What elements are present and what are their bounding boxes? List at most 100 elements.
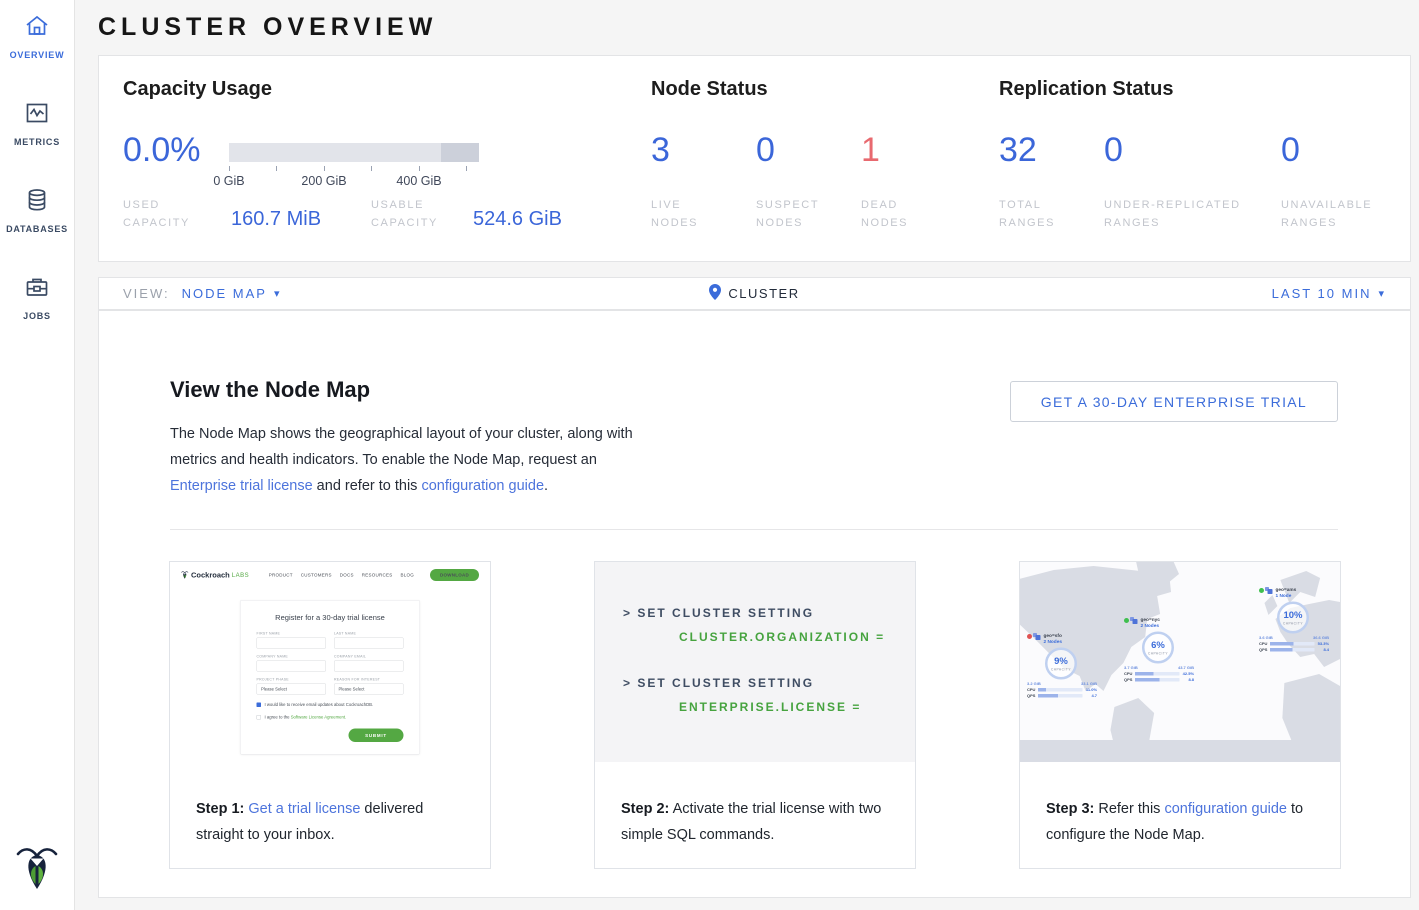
gauge-tick-label: 200 GiB	[301, 174, 346, 188]
download-button: DOWNLOAD	[430, 569, 479, 581]
logo-text: Cockroach	[191, 571, 230, 580]
cluster-summary-panel: Capacity Usage 0.0% 0 GiB 200 GiB 400 Gi…	[98, 55, 1411, 262]
suspect-nodes-value: 0	[756, 130, 775, 170]
capacity-label: CAPACITY	[1283, 622, 1303, 626]
view-selector-dropdown[interactable]: NODE MAP	[182, 286, 267, 301]
locality-node-count: 2 Nodes	[1141, 623, 1160, 629]
node-cube-icon	[1265, 587, 1273, 595]
form-title: Register for a 30-day trial license	[257, 614, 404, 623]
capacity-total: 36.6 GiB	[1313, 636, 1329, 641]
capacity-total: 33.1 GiB	[1081, 682, 1097, 687]
project-phase-select: Please Select	[257, 684, 327, 695]
sql-argument: ENTERPRISE.LICENSE =	[679, 700, 915, 714]
cpu-label: CPU	[1124, 672, 1135, 677]
locality-node-count: 1 Node	[1276, 593, 1297, 599]
total-ranges-value: 32	[999, 130, 1037, 170]
description-text: and refer to this	[313, 478, 422, 494]
status-dot-red	[1027, 634, 1032, 639]
time-range-value: LAST 10 MIN	[1272, 286, 1372, 301]
field-label: PROJECT PHASE	[257, 678, 327, 682]
capacity-label: CAPACITY	[1051, 668, 1071, 672]
sidebar-item-databases[interactable]: DATABASES	[0, 187, 74, 234]
chevron-down-icon[interactable]: ▾	[274, 287, 280, 300]
replication-status-title: Replication Status	[999, 78, 1173, 101]
usable-capacity-value: 524.6 GiB	[473, 208, 562, 231]
caption-text: Refer this	[1094, 801, 1164, 817]
node-map-panel: View the Node Map The Node Map shows the…	[98, 310, 1411, 898]
capacity-gauge-nonusable-segment	[441, 143, 479, 162]
under-replicated-ranges-label: UNDER-REPLICATED RANGES	[1104, 196, 1241, 232]
live-nodes-value: 3	[651, 130, 670, 170]
enterprise-trial-license-link[interactable]: Enterprise trial license	[170, 478, 313, 494]
field-label: LAST NAME	[334, 632, 404, 636]
nav-item: BLOG	[400, 573, 414, 578]
locality-name: geo=ams	[1276, 587, 1297, 593]
cpu-label: CPU	[1027, 688, 1038, 693]
sidebar-item-jobs[interactable]: JOBS	[0, 274, 74, 321]
sidebar-item-label: METRICS	[14, 137, 60, 147]
step-number: Step 1:	[196, 801, 244, 817]
capacity-label: CAPACITY	[1148, 652, 1168, 656]
description-text: The Node Map shows the geographical layo…	[170, 426, 633, 468]
locality-widget-sfo: geo=sfo 2 Nodes 9% CAPACITY 3.2 GiB 33.1…	[1027, 633, 1102, 698]
used-capacity-label: USED CAPACITY	[123, 196, 190, 232]
node-map-heading: View the Node Map	[170, 377, 370, 403]
cpu-value: 53.3%	[1317, 642, 1329, 647]
capacity-used-percent: 0.0%	[123, 130, 201, 170]
view-bar: VIEW: NODE MAP ▾ CLUSTER LAST 10 MIN ▾	[98, 277, 1411, 310]
dead-nodes-label: DEAD NODES	[861, 196, 908, 232]
suspect-nodes-label: SUSPECT NODES	[756, 196, 819, 232]
time-range-dropdown[interactable]: LAST 10 MIN ▾	[1272, 286, 1384, 301]
sql-command: SET CLUSTER SETTING	[637, 676, 814, 690]
sql-code-block: > SET CLUSTER SETTING CLUSTER.ORGANIZATI…	[595, 562, 915, 762]
capacity-used: 3.6 GiB	[1259, 636, 1273, 641]
status-dot-green	[1259, 588, 1264, 593]
capacity-percent: 9%	[1054, 656, 1068, 667]
license-agreement-link: Software License Agreement.	[291, 715, 347, 720]
databases-icon	[24, 187, 50, 218]
usable-capacity-label: USABLE CAPACITY	[371, 196, 438, 232]
node-status-title: Node Status	[651, 78, 768, 101]
sql-argument: CLUSTER.ORGANIZATION =	[679, 630, 915, 644]
field-label: FIRST NAME	[257, 632, 327, 636]
cpu-value: 11.0%	[1085, 688, 1097, 693]
page-title: CLUSTER OVERVIEW	[98, 13, 437, 42]
trial-registration-form: Register for a 30-day trial license FIRS…	[240, 600, 420, 755]
first-name-input	[257, 638, 327, 649]
enterprise-trial-button[interactable]: GET A 30-DAY ENTERPRISE TRIAL	[1010, 381, 1338, 422]
setup-steps-cards: Cockroach LABS PRODUCT CUSTOMERS DOCS RE…	[169, 561, 1341, 869]
capacity-percent: 6%	[1151, 640, 1165, 651]
mini-site-header: Cockroach LABS PRODUCT CUSTOMERS DOCS RE…	[170, 562, 490, 588]
configuration-guide-link[interactable]: configuration guide	[1164, 801, 1287, 817]
sidebar-item-label: DATABASES	[6, 224, 68, 234]
company-email-input	[334, 661, 404, 672]
get-trial-license-link[interactable]: Get a trial license	[248, 801, 360, 817]
home-icon	[24, 13, 50, 44]
configuration-guide-link[interactable]: configuration guide	[421, 478, 544, 494]
unavailable-ranges-label: UNAVAILABLE RANGES	[1281, 196, 1372, 232]
locality-node-count: 2 Nodes	[1044, 639, 1062, 645]
unavailable-ranges-value: 0	[1281, 130, 1300, 170]
capacity-ring: 9% CAPACITY	[1045, 648, 1077, 680]
step1-screenshot: Cockroach LABS PRODUCT CUSTOMERS DOCS RE…	[170, 562, 490, 762]
submit-button: SUBMIT	[349, 729, 404, 743]
qps-value: 8.4	[1317, 648, 1329, 653]
sidebar-item-metrics[interactable]: METRICS	[0, 100, 74, 147]
qps-value: 8.8	[1182, 678, 1194, 683]
capacity-gauge	[229, 143, 479, 162]
qps-value: 4.7	[1085, 694, 1097, 699]
jobs-icon	[24, 274, 50, 305]
locality-name: geo=sfo	[1044, 633, 1062, 639]
sidebar-item-overview[interactable]: OVERVIEW	[0, 13, 74, 60]
qps-label: QPS	[1259, 648, 1270, 653]
capacity-usage-title: Capacity Usage	[123, 78, 272, 101]
step-number: Step 2:	[621, 801, 669, 817]
step3-card: geo=sfo 2 Nodes 9% CAPACITY 3.2 GiB 33.1…	[1019, 561, 1341, 869]
locality-widget-ams: geo=ams 1 Node 10% CAPACITY 3.6 GiB 36.6…	[1259, 587, 1334, 652]
prompt-symbol: >	[623, 676, 632, 690]
sidebar: OVERVIEW METRICS DATABASES	[0, 0, 75, 910]
checkbox-label: I agree to the	[265, 715, 291, 720]
used-capacity-value: 160.7 MiB	[231, 208, 321, 231]
nav-item: CUSTOMERS	[301, 573, 332, 578]
cockroach-labs-logo: Cockroach LABS	[181, 571, 249, 580]
